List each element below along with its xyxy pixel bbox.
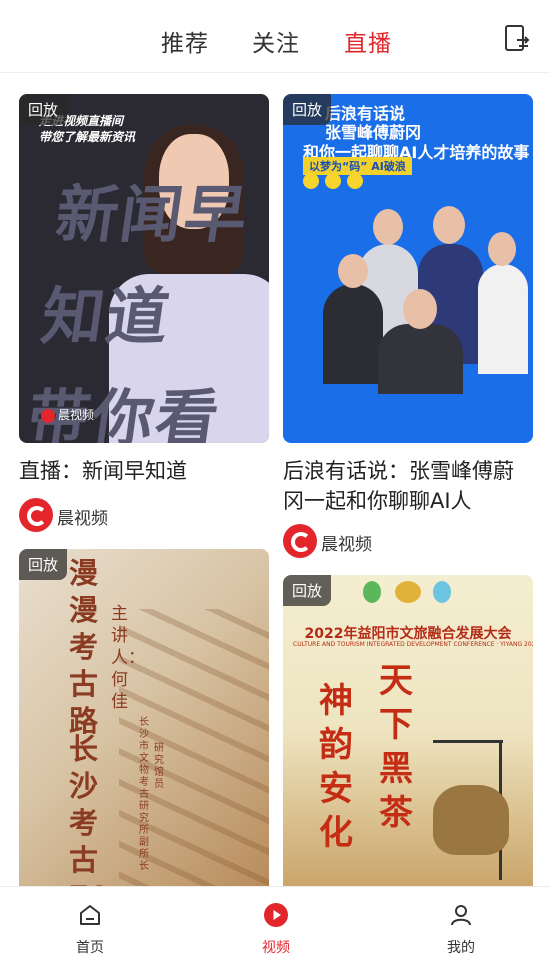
thumb-speaker-title: 长沙市文物考古研究所副所长 (139, 717, 149, 872)
thumb-person (378, 324, 463, 394)
thumb-speaker-title: 研究馆员 (154, 743, 164, 790)
play-icon (264, 903, 288, 927)
nav-label: 首页 (76, 940, 104, 956)
tab-follow[interactable]: 关注 (252, 24, 300, 58)
replay-badge: 回放 (19, 94, 68, 125)
replay-badge: 回放 (19, 549, 68, 580)
nav-label: 视频 (262, 940, 290, 956)
thumb-caption-line: 带您了解最新资讯 (39, 130, 136, 144)
emoji-icon (325, 173, 341, 189)
thumb-person-face (338, 254, 368, 288)
thumb-headline: 长沙考古70 (69, 732, 109, 886)
nav-home[interactable]: 首页 (30, 887, 150, 961)
tab-recommend[interactable]: 推荐 (161, 24, 209, 58)
channel-logo-icon (19, 498, 53, 532)
thumb-person-face (433, 206, 465, 244)
thumb-headline: 天下黑茶 (379, 661, 413, 833)
thumb-watermark: 晨视频 (41, 406, 94, 423)
nav-video[interactable]: 视频 (216, 887, 336, 961)
user-icon (451, 905, 471, 926)
thumb-person (478, 264, 528, 374)
channel-logo-icon (283, 524, 317, 558)
thumb-person-face (488, 232, 516, 266)
thumb-person-face (403, 289, 437, 329)
top-tab-bar: 推荐 关注 直播 (0, 0, 550, 73)
video-thumbnail[interactable]: 2022年益阳市文旅融合发展大会 CULTURE AND TOURISM INT… (283, 575, 533, 886)
nav-label: 我的 (447, 940, 475, 956)
thumb-tag: 以梦为“码” AI破浪 (303, 157, 412, 175)
thumb-headline: 新闻早知道 带你看新闻 (22, 178, 254, 443)
device-switch-icon[interactable] (503, 24, 531, 54)
channel-name: 晨视频 (321, 535, 372, 555)
logo-icon (395, 581, 421, 603)
emoji-icon (347, 173, 363, 189)
bottom-nav-bar: 首页 视频 我的 (0, 886, 550, 961)
video-thumbnail[interactable]: 漫漫考古路 长沙考古70 主讲人：何佳 长沙市文物考古研究所副所长 研究馆员 回… (19, 549, 269, 886)
thumb-person-face (373, 209, 403, 245)
home-icon (80, 905, 100, 925)
thumb-headline: 神韵安化 (319, 681, 353, 853)
mascot-icon (433, 581, 451, 603)
video-thumbnail[interactable]: 新闻早知道 带你看新闻 走进视频直播间 带您了解最新资讯 晨视频 回放 (19, 94, 269, 443)
nav-mine[interactable]: 我的 (401, 887, 521, 961)
brand-logo-icon (41, 408, 55, 423)
thumb-event-subtitle: CULTURE AND TOURISM INTEGRATED DEVELOPME… (293, 641, 533, 648)
channel-name: 晨视频 (57, 509, 108, 529)
emoji-icon (303, 173, 319, 189)
thumb-person (323, 284, 383, 384)
video-title[interactable]: 直播：新闻早知道 (19, 456, 269, 486)
thumb-kettle-image (433, 785, 509, 855)
video-thumbnail[interactable]: 后浪有话说 张雪峰傅蔚冈 和你一起聊聊AI人才培养的故事 以梦为“码” AI破浪… (283, 94, 533, 443)
thumb-kettle-stand (433, 740, 503, 743)
mascot-icon (363, 581, 381, 603)
thumb-speaker: 主讲人：何佳 (111, 604, 145, 712)
video-title[interactable]: 后浪有话说：张雪峰傅蔚冈一起和你聊聊AI人 (283, 456, 533, 516)
thumb-headline: 漫漫考古路 (69, 556, 99, 738)
replay-badge: 回放 (283, 575, 332, 606)
tab-live[interactable]: 直播 (344, 24, 392, 58)
thumb-event-title: 2022年益阳市文旅融合发展大会 (304, 626, 512, 642)
replay-badge: 回放 (283, 94, 332, 125)
